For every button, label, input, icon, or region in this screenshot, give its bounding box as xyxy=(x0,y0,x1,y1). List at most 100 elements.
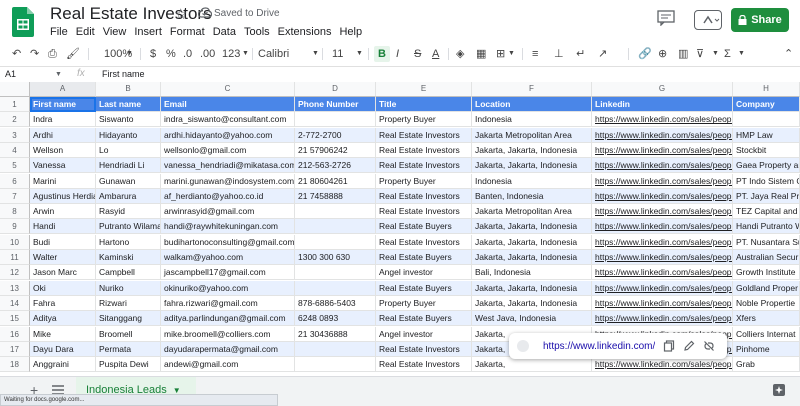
column-header-c[interactable]: C xyxy=(161,82,295,97)
row-number[interactable]: 10 xyxy=(0,234,30,250)
table-cell[interactable]: Jakarta, Jakarta, Indonesia xyxy=(472,295,592,311)
filter-icon[interactable]: ⊽ xyxy=(696,46,704,62)
table-cell[interactable]: https://www.linkedin.com/sales/people xyxy=(592,188,733,204)
table-cell[interactable]: 878-6886-5403 xyxy=(295,295,376,311)
table-cell[interactable] xyxy=(295,341,376,357)
table-cell[interactable]: Jakarta Metropolitan Area xyxy=(472,204,592,220)
table-cell[interactable]: Hidayanto xyxy=(96,127,161,143)
table-cell[interactable]: budihartonoconsulting@gmail.com xyxy=(161,234,295,250)
table-cell[interactable] xyxy=(733,112,800,128)
table-cell[interactable]: Jason Marc xyxy=(30,265,96,281)
table-cell[interactable]: https://www.linkedin.com/sales/people xyxy=(592,234,733,250)
column-header-f[interactable]: F xyxy=(472,82,592,97)
table-cell[interactable]: https://www.linkedin.com/sales/people xyxy=(592,357,733,373)
table-cell[interactable]: Indonesia xyxy=(472,173,592,189)
table-cell[interactable]: HMP Law xyxy=(733,127,800,143)
table-cell[interactable]: Angel investor xyxy=(376,326,472,342)
table-cell[interactable]: https://www.linkedin.com/sales/people xyxy=(592,265,733,281)
table-cell[interactable]: 1300 300 630 xyxy=(295,250,376,265)
table-cell[interactable]: Hartono xyxy=(96,234,161,250)
paint-format-icon[interactable]: 🖌 xyxy=(66,46,80,62)
table-cell[interactable] xyxy=(295,280,376,296)
explore-icon[interactable] xyxy=(772,383,786,397)
strikethrough-icon[interactable]: S xyxy=(414,46,421,62)
row-number[interactable]: 4 xyxy=(0,142,30,158)
font-size-caret-icon[interactable]: ▼ xyxy=(356,46,363,62)
row-number[interactable]: 1 xyxy=(0,97,30,112)
text-wrap-icon[interactable]: ↵ xyxy=(576,46,585,62)
present-button[interactable] xyxy=(694,10,722,30)
table-cell[interactable]: Handi xyxy=(30,219,96,235)
header-cell[interactable]: Linkedin xyxy=(592,97,733,112)
row-number[interactable]: 12 xyxy=(0,265,30,281)
functions-caret-icon[interactable]: ▼ xyxy=(738,46,745,62)
row-number[interactable]: 16 xyxy=(0,326,30,342)
table-cell[interactable]: Marini xyxy=(30,173,96,189)
cloud-saved-icon[interactable] xyxy=(198,7,212,19)
table-cell[interactable]: Growth Institute xyxy=(733,265,800,281)
row-number[interactable]: 9 xyxy=(0,219,30,235)
table-cell[interactable]: https://www.linkedin.com/sales/people xyxy=(592,219,733,235)
table-cell[interactable]: Puspita Dewi xyxy=(96,357,161,373)
table-cell[interactable]: Handi Putranto W xyxy=(733,219,800,235)
table-cell[interactable]: 6248 0893 xyxy=(295,311,376,327)
table-cell[interactable]: Jakarta, Jakarta, Indonesia xyxy=(472,234,592,250)
table-cell[interactable]: Real Estate Investors xyxy=(376,142,472,158)
table-cell[interactable] xyxy=(295,234,376,250)
insert-chart-icon[interactable]: ▥ xyxy=(678,46,688,62)
table-cell[interactable]: vanessa_hendriadi@mikatasa.com xyxy=(161,158,295,174)
borders-icon[interactable]: ▦ xyxy=(476,46,486,62)
header-cell[interactable]: Title xyxy=(376,97,472,112)
table-cell[interactable] xyxy=(295,219,376,235)
table-cell[interactable]: Jakarta, xyxy=(472,357,592,373)
star-icon[interactable]: ☆ xyxy=(174,5,187,23)
table-cell[interactable]: TEZ Capital and xyxy=(733,204,800,220)
row-number[interactable]: 11 xyxy=(0,250,30,265)
table-cell[interactable]: Jakarta, Jakarta, Indonesia xyxy=(472,142,592,158)
font-select[interactable]: Calibri xyxy=(258,46,289,62)
table-cell[interactable]: Indonesia xyxy=(472,112,592,128)
header-cell[interactable]: Location xyxy=(472,97,592,112)
row-number[interactable]: 8 xyxy=(0,204,30,220)
table-cell[interactable]: Property Buyer xyxy=(376,173,472,189)
row-number[interactable]: 3 xyxy=(0,127,30,143)
header-cell[interactable]: Phone Number xyxy=(295,97,376,112)
row-number[interactable]: 14 xyxy=(0,295,30,311)
table-cell[interactable]: Real Estate Buyers xyxy=(376,280,472,296)
table-cell[interactable]: Vanessa xyxy=(30,158,96,174)
table-cell[interactable]: Lo xyxy=(96,142,161,158)
table-cell[interactable]: Goldland Proper xyxy=(733,280,800,296)
text-rotation-icon[interactable]: ↗ xyxy=(598,46,607,62)
header-cell[interactable]: Last name xyxy=(96,97,161,112)
menu-file[interactable]: File xyxy=(46,25,72,39)
table-cell[interactable]: Real Estate Investors xyxy=(376,188,472,204)
table-cell[interactable]: https://www.linkedin.com/sales/people xyxy=(592,295,733,311)
bold-button[interactable]: B xyxy=(374,46,390,62)
table-cell[interactable]: Aditya xyxy=(30,311,96,327)
table-cell[interactable]: walkam@yahoo.com xyxy=(161,250,295,265)
menu-data[interactable]: Data xyxy=(209,25,240,39)
menu-view[interactable]: View xyxy=(99,25,131,39)
table-cell[interactable]: Jakarta, Jakarta, Indonesia xyxy=(472,250,592,265)
table-cell[interactable]: Real Estate Investors xyxy=(376,357,472,373)
column-header-d[interactable]: D xyxy=(295,82,376,97)
table-cell[interactable]: andewi@gmail.com xyxy=(161,357,295,373)
table-cell[interactable]: Anggraini xyxy=(30,357,96,373)
table-cell[interactable]: Hendriadi Li xyxy=(96,158,161,174)
redo-icon[interactable]: ↷ xyxy=(30,46,39,62)
table-cell[interactable]: 212-563-2726 xyxy=(295,158,376,174)
table-cell[interactable]: Wellson xyxy=(30,142,96,158)
spreadsheet-grid[interactable]: A B C D E F G H 1 First name Last name Emai… xyxy=(0,82,800,376)
menu-help[interactable]: Help xyxy=(335,25,366,39)
table-cell[interactable]: indra_siswanto@consultant.com xyxy=(161,112,295,128)
table-cell[interactable]: Rizwari xyxy=(96,295,161,311)
table-cell[interactable]: Kaminski xyxy=(96,250,161,265)
more-formats-button[interactable]: 123 xyxy=(222,46,240,62)
merge-cells-icon[interactable]: ⊞ xyxy=(496,46,505,62)
header-cell[interactable]: First name xyxy=(30,97,96,112)
table-cell[interactable]: Campbell xyxy=(96,265,161,281)
share-button[interactable]: Share xyxy=(731,8,789,32)
table-cell[interactable]: Pinhome xyxy=(733,341,800,357)
menu-edit[interactable]: Edit xyxy=(72,25,99,39)
table-cell[interactable]: Oki xyxy=(30,280,96,296)
